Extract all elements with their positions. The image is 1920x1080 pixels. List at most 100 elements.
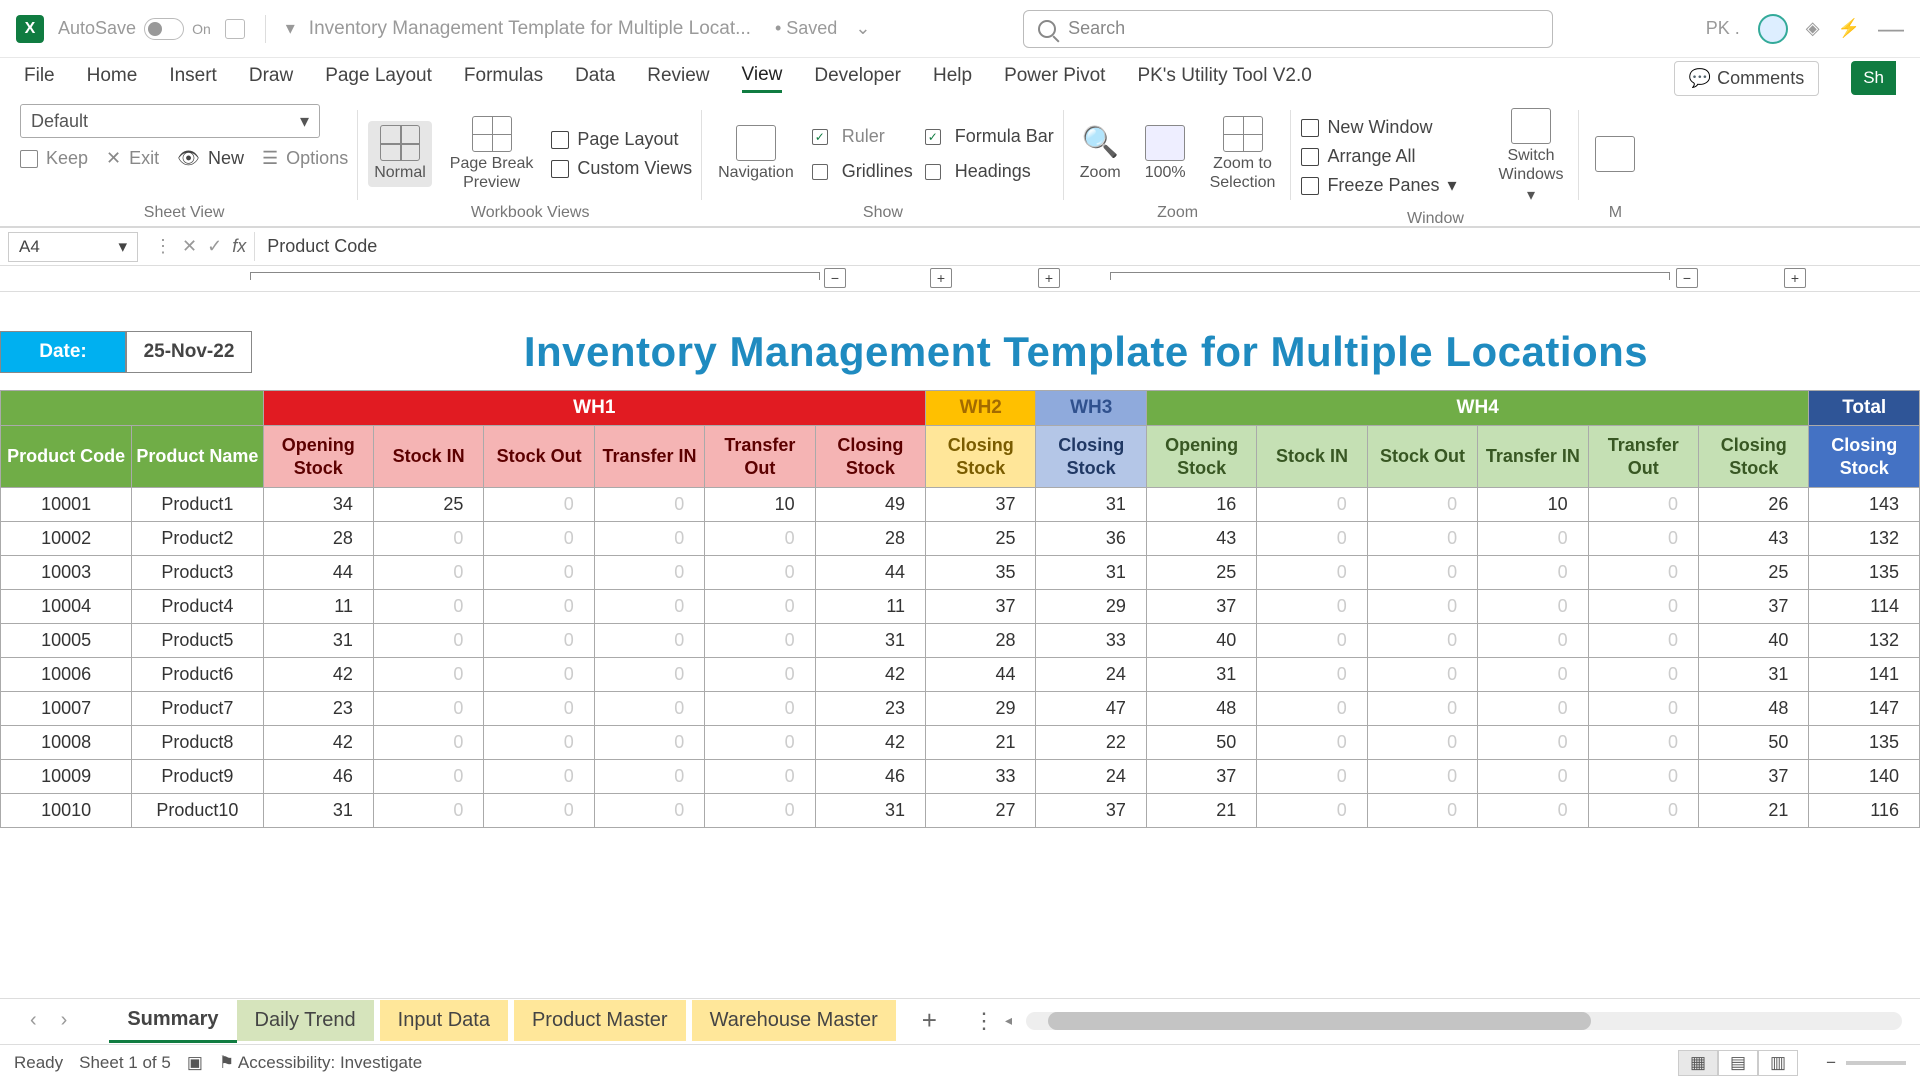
- plug-icon[interactable]: ⚡: [1838, 18, 1860, 39]
- cell[interactable]: 0: [1367, 522, 1477, 556]
- cell[interactable]: 0: [484, 760, 594, 794]
- cell[interactable]: 0: [1588, 556, 1698, 590]
- cell[interactable]: 36: [1036, 522, 1146, 556]
- cell[interactable]: 44: [263, 556, 373, 590]
- cell[interactable]: 0: [594, 624, 704, 658]
- new-button[interactable]: 👁New: [177, 148, 244, 169]
- cell[interactable]: 0: [594, 794, 704, 828]
- headings-checkbox[interactable]: Headings: [925, 161, 1031, 182]
- cell[interactable]: Product7: [132, 692, 263, 726]
- autosave-toggle[interactable]: AutoSave On: [58, 18, 211, 40]
- tab-insert[interactable]: Insert: [169, 65, 217, 91]
- cell[interactable]: 0: [373, 726, 483, 760]
- cell[interactable]: 25: [1699, 556, 1809, 590]
- cell[interactable]: 0: [705, 760, 815, 794]
- formula-input[interactable]: Product Code: [254, 232, 1920, 261]
- new-window-button[interactable]: New Window: [1301, 117, 1432, 138]
- table-row[interactable]: 10009Product946000046332437000037140: [1, 760, 1920, 794]
- cell[interactable]: 31: [1146, 658, 1256, 692]
- more-icon[interactable]: ⋮: [154, 236, 172, 257]
- cell[interactable]: 0: [1478, 726, 1588, 760]
- cell[interactable]: 33: [926, 760, 1036, 794]
- cell[interactable]: 0: [1257, 658, 1367, 692]
- cell[interactable]: 0: [1588, 624, 1698, 658]
- zoom-selection-button[interactable]: Zoom to Selection: [1204, 112, 1282, 196]
- cell[interactable]: 0: [484, 726, 594, 760]
- cell[interactable]: Product3: [132, 556, 263, 590]
- exit-button[interactable]: ✕Exit: [106, 148, 159, 169]
- cell[interactable]: 37: [926, 488, 1036, 522]
- cell[interactable]: 0: [373, 692, 483, 726]
- fx-icon[interactable]: fx: [232, 236, 246, 257]
- cell[interactable]: 37: [926, 590, 1036, 624]
- cell[interactable]: 42: [263, 726, 373, 760]
- cell[interactable]: 132: [1809, 624, 1920, 658]
- cell[interactable]: 31: [1699, 658, 1809, 692]
- cell[interactable]: 0: [1367, 488, 1477, 522]
- tab-developer[interactable]: Developer: [814, 65, 901, 91]
- cell[interactable]: 24: [1036, 760, 1146, 794]
- cell[interactable]: 31: [815, 794, 925, 828]
- sheet-tab-daily-trend[interactable]: Daily Trend: [237, 1000, 374, 1041]
- cell[interactable]: 10010: [1, 794, 132, 828]
- cell[interactable]: 135: [1809, 726, 1920, 760]
- table-row[interactable]: 10002Product228000028253643000043132: [1, 522, 1920, 556]
- cell[interactable]: 0: [1588, 726, 1698, 760]
- cell[interactable]: 0: [373, 624, 483, 658]
- cell[interactable]: 0: [1478, 794, 1588, 828]
- table-row[interactable]: 10001Product134250010493731160010026143: [1, 488, 1920, 522]
- cell[interactable]: 22: [1036, 726, 1146, 760]
- cell[interactable]: 42: [815, 726, 925, 760]
- cell[interactable]: Product1: [132, 488, 263, 522]
- cell[interactable]: 0: [705, 794, 815, 828]
- cell[interactable]: 132: [1809, 522, 1920, 556]
- tab-power-pivot[interactable]: Power Pivot: [1004, 65, 1105, 91]
- cell[interactable]: Product9: [132, 760, 263, 794]
- cell[interactable]: 0: [1478, 522, 1588, 556]
- cell[interactable]: 10005: [1, 624, 132, 658]
- cell[interactable]: 114: [1809, 590, 1920, 624]
- cell[interactable]: 0: [1367, 692, 1477, 726]
- tab-menu-button[interactable]: ⋮: [973, 1008, 995, 1034]
- cell[interactable]: 48: [1146, 692, 1256, 726]
- cell[interactable]: 0: [1478, 624, 1588, 658]
- cell[interactable]: 140: [1809, 760, 1920, 794]
- cell[interactable]: 0: [594, 692, 704, 726]
- cell[interactable]: 0: [1257, 726, 1367, 760]
- cell[interactable]: 10002: [1, 522, 132, 556]
- cell[interactable]: 0: [1367, 658, 1477, 692]
- cell[interactable]: 40: [1146, 624, 1256, 658]
- cell[interactable]: 31: [815, 624, 925, 658]
- cell[interactable]: 0: [1588, 692, 1698, 726]
- gridlines-checkbox[interactable]: Gridlines: [812, 161, 913, 182]
- cell[interactable]: 29: [1036, 590, 1146, 624]
- inventory-table[interactable]: WH1 WH2 WH3 WH4 Total Product Code Produ…: [0, 390, 1920, 828]
- cell[interactable]: 10006: [1, 658, 132, 692]
- cell[interactable]: 0: [373, 556, 483, 590]
- cell[interactable]: 43: [1699, 522, 1809, 556]
- cell[interactable]: 0: [1367, 794, 1477, 828]
- cell[interactable]: 0: [1478, 590, 1588, 624]
- cell[interactable]: 0: [1367, 760, 1477, 794]
- tab-file[interactable]: File: [24, 65, 55, 91]
- sheet-view-select[interactable]: Default ▾: [20, 104, 320, 138]
- cell[interactable]: 0: [594, 522, 704, 556]
- table-row[interactable]: 10007Product723000023294748000048147: [1, 692, 1920, 726]
- freeze-panes-button[interactable]: Freeze Panes ▾: [1301, 175, 1456, 196]
- cell[interactable]: 16: [1146, 488, 1256, 522]
- cell[interactable]: 27: [926, 794, 1036, 828]
- cell[interactable]: 0: [1478, 692, 1588, 726]
- cell[interactable]: 37: [1146, 760, 1256, 794]
- formula-bar-checkbox[interactable]: ✓Formula Bar: [925, 126, 1054, 147]
- cell[interactable]: 0: [594, 726, 704, 760]
- cell[interactable]: 0: [705, 556, 815, 590]
- cell[interactable]: 44: [926, 658, 1036, 692]
- cell[interactable]: 37: [1699, 760, 1809, 794]
- cell[interactable]: 0: [705, 658, 815, 692]
- cell[interactable]: 31: [263, 794, 373, 828]
- cell[interactable]: 46: [263, 760, 373, 794]
- cell[interactable]: 25: [373, 488, 483, 522]
- cell[interactable]: 0: [594, 590, 704, 624]
- cell[interactable]: 46: [815, 760, 925, 794]
- cell[interactable]: 44: [815, 556, 925, 590]
